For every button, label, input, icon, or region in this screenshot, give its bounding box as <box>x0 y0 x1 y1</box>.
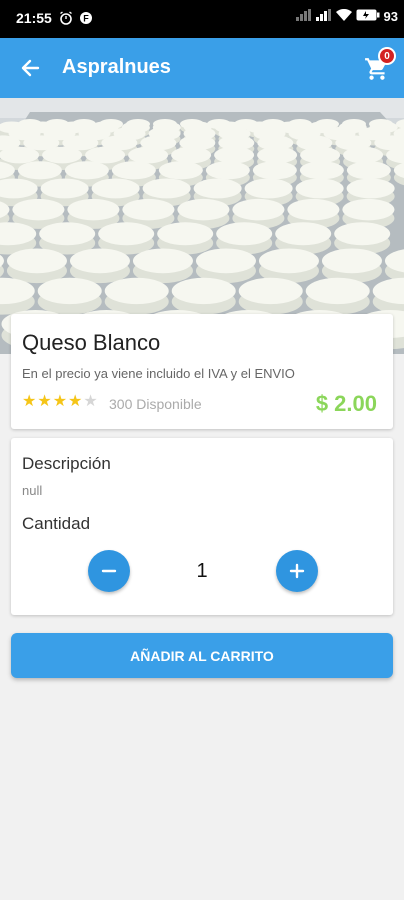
alarm-icon <box>58 10 74 26</box>
plus-icon <box>289 563 305 579</box>
minus-icon <box>101 569 117 573</box>
rating-stars: ★ ★ ★ ★ ★ <box>22 394 98 410</box>
price-note: En el precio ya viene incluido el IVA y … <box>22 366 295 381</box>
wifi-icon <box>335 8 352 24</box>
star-icon: ★ <box>37 393 52 410</box>
signal-icon <box>295 9 312 24</box>
star-icon: ★ <box>52 393 68 410</box>
add-to-cart-button[interactable]: AÑADIR AL CARRITO <box>11 633 393 678</box>
star-icon: ★ <box>22 393 37 410</box>
description-value: null <box>22 483 43 498</box>
cart-count-badge: 0 <box>378 47 396 65</box>
app-title: Aspralnues <box>62 56 171 78</box>
product-details-card: Descripción null Cantidad 1 <box>11 438 393 615</box>
status-time: 21:55 <box>16 10 52 26</box>
back-button[interactable] <box>16 54 44 82</box>
battery-level: 93 <box>383 9 398 24</box>
signal-icon <box>315 9 332 24</box>
product-info-card: Queso Blanco En el precio ya viene inclu… <box>11 314 393 429</box>
stock-available: 300 Disponible <box>109 396 202 412</box>
decrease-quantity-button[interactable] <box>88 550 130 592</box>
quantity-label: Cantidad <box>22 514 91 533</box>
battery-icon <box>356 9 380 24</box>
back-arrow-icon <box>21 59 40 77</box>
svg-text:F: F <box>83 14 89 24</box>
product-price: $ 2.00 <box>315 391 377 416</box>
star-icon: ★ <box>83 393 98 410</box>
app-icon: F <box>78 10 94 26</box>
cart-button[interactable]: 0 <box>364 47 396 82</box>
description-label: Descripción <box>22 454 111 473</box>
quantity-value: 1 <box>196 560 208 582</box>
star-icon: ★ <box>68 393 83 410</box>
product-name: Queso Blanco <box>22 330 161 355</box>
app-bar: Aspralnues 0 <box>0 38 404 98</box>
increase-quantity-button[interactable] <box>276 550 318 592</box>
status-bar: 21:55 F 93 <box>0 0 404 38</box>
